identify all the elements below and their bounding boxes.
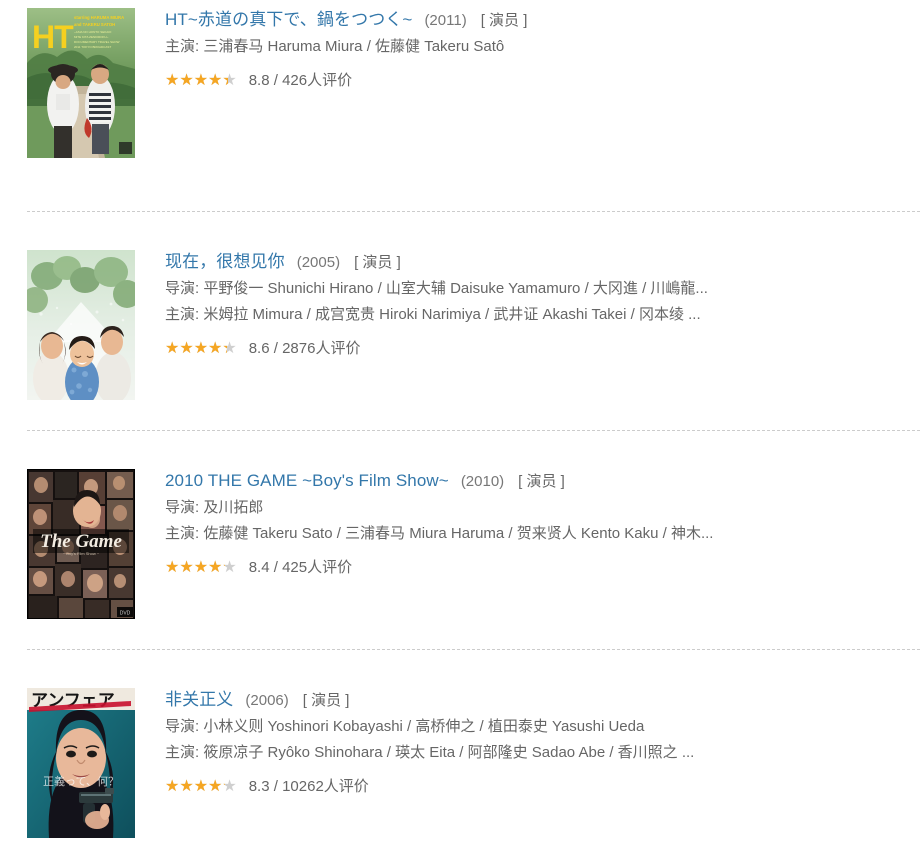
credit-line: 主演: 筱原凉子 Ryôko Shinohara / 瑛太 Eita / 阿部隆… [165, 744, 695, 761]
movie-title-link[interactable]: 现在，很想见你 [165, 252, 285, 271]
list-item: HT starring HARUMA MIURA and TAKERU SATO… [0, 8, 920, 203]
poster-image[interactable]: アンフェア 正義って、何？ [27, 688, 135, 838]
svg-text:MITE KITA ZENKIROKU~: MITE KITA ZENKIROKU~ [74, 35, 109, 39]
list-item: The Game ~ Boy's Film Show ~ DVD 2010 TH… [0, 439, 920, 641]
item-info: HT~赤道の真下で、鍋をつつく~ (2011) [ 演员 ] 主演: 三浦春马 Ha… [135, 8, 910, 90]
role-badge: [ 演员 ] [354, 254, 401, 271]
svg-text:HT: HT [32, 19, 74, 55]
credits: 导演: 小林义则 Yoshinori Kobayashi / 高桥伸之 / 植田… [165, 714, 910, 766]
svg-text:The Game: The Game [40, 531, 122, 552]
credit-line: 导演: 平野俊一 Shunichi Hirano / 山室大辅 Daisuke … [165, 280, 708, 297]
poster-link[interactable]: アンフェア 正義って、何？ [27, 688, 135, 838]
poster-link[interactable]: The Game ~ Boy's Film Show ~ DVD [27, 469, 135, 619]
star-rating-filled: ★★★★★ [165, 73, 228, 89]
movie-year: (2006) [245, 692, 289, 709]
item-divider [27, 430, 920, 431]
svg-text:2011 TOKYO BROADCAST: 2011 TOKYO BROADCAST [74, 45, 111, 49]
star-rating: ★★★★★ ★★★★★ [165, 779, 237, 795]
rating-value: 8.3 / 10262人评价 [248, 778, 369, 795]
svg-text:~ASIA NO HONTO SEKAIO: ~ASIA NO HONTO SEKAIO [74, 30, 112, 34]
poster-image[interactable]: HT starring HARUMA MIURA and TAKERU SATO… [27, 8, 135, 158]
star-rating: ★★★★★ ★★★★★ [165, 341, 237, 357]
svg-text:正義って、何？: 正義って、何？ [43, 774, 119, 788]
rating-line: ★★★★★ ★★★★★ 8.6 / 2876人评价 [165, 340, 910, 358]
svg-text:and TAKERU SATOH: and TAKERU SATOH [74, 22, 115, 27]
credit-line: 导演: 小林义则 Yoshinori Kobayashi / 高桥伸之 / 植田… [165, 718, 645, 735]
star-rating-filled: ★★★★★ [165, 341, 227, 357]
svg-text:DOCUMENTARY TRAVEL SHOW: DOCUMENTARY TRAVEL SHOW [74, 40, 120, 44]
star-rating-filled: ★★★★★ [165, 779, 225, 795]
role-badge: [ 演员 ] [518, 473, 565, 490]
credits: 主演: 三浦春马 Haruma Miura / 佐藤健 Takeru Satô [165, 34, 910, 60]
poster-link[interactable] [27, 250, 135, 400]
filmography-list: HT starring HARUMA MIURA and TAKERU SATO… [0, 0, 920, 853]
movie-title-link[interactable]: HT~赤道の真下で、鍋をつつく~ [165, 10, 412, 29]
list-item: アンフェア 正義って、何？ 非关正义 (2006) [演员] 导演: 小林义… [0, 658, 920, 853]
credits: 导演: 平野俊一 Shunichi Hirano / 山室大辅 Daisuke … [165, 276, 910, 328]
rating-value: 8.8 / 426人评价 [248, 72, 353, 89]
title-line: 2010 THE GAME ~Boy's Film Show~ (2010) [ 演… [165, 471, 910, 492]
svg-text:~ Boy's Film Show ~: ~ Boy's Film Show ~ [63, 551, 100, 556]
role-badge: [ 演员 ] [480, 12, 528, 29]
item-divider [27, 211, 920, 212]
credit-line: 主演: 三浦春马 Haruma Miura / 佐藤健 Takeru Satô [165, 38, 505, 55]
star-rating: ★★★★★ ★★★★★ [165, 73, 237, 89]
rating-line: ★★★★★ ★★★★★ 8.4 / 425人评价 [165, 559, 910, 577]
poster-image[interactable]: The Game ~ Boy's Film Show ~ DVD [27, 469, 135, 619]
title-line: HT~赤道の真下で、鍋をつつく~ (2011) [ 演员 ] [165, 10, 910, 31]
poster-link[interactable]: HT starring HARUMA MIURA and TAKERU SATO… [27, 8, 135, 158]
role-badge: [ 演员 ] [302, 692, 350, 709]
rating-line: ★★★★★ ★★★★★ 8.3 / 10262人评价 [165, 778, 910, 796]
poster-image[interactable] [27, 250, 135, 400]
star-rating-filled: ★★★★★ [165, 560, 225, 576]
svg-text:DVD: DVD [120, 611, 131, 617]
credit-line: 主演: 佐藤健 Takeru Sato / 三浦春马 Miura Haruma … [165, 525, 714, 542]
rating-line: ★★★★★ ★★★★★ 8.8 / 426人评价 [165, 72, 910, 90]
rating-value: 8.6 / 2876人评价 [248, 340, 361, 357]
list-item: 现在，很想见你 (2005) [ 演员 ] 导演: 平野俊一 Shunichi Hi… [0, 220, 920, 422]
svg-text:starring HARUMA MIURA: starring HARUMA MIURA [74, 15, 124, 20]
item-divider [27, 649, 920, 650]
credit-line: 导演: 及川拓郎 [165, 499, 264, 516]
star-rating: ★★★★★ ★★★★★ [165, 560, 237, 576]
movie-year: (2011) [424, 12, 467, 29]
movie-title-link[interactable]: 2010 THE GAME ~Boy's Film Show~ [165, 471, 449, 490]
movie-year: (2005) [296, 254, 341, 271]
credits: 导演: 及川拓郎 主演: 佐藤健 Takeru Sato / 三浦春马 Miur… [165, 495, 910, 547]
movie-year: (2010) [460, 473, 505, 490]
item-info: 非关正义 (2006) [ 演员 ] 导演: 小林义则 Yoshinori Koba… [135, 688, 910, 796]
item-info: 2010 THE GAME ~Boy's Film Show~ (2010) [ 演… [135, 469, 910, 577]
rating-value: 8.4 / 425人评价 [248, 559, 353, 576]
movie-title-link[interactable]: 非关正义 [165, 690, 233, 709]
title-line: 非关正义 (2006) [ 演员 ] [165, 690, 910, 711]
item-info: 现在，很想见你 (2005) [ 演员 ] 导演: 平野俊一 Shunichi Hi… [135, 250, 910, 358]
credit-line: 主演: 米姆拉 Mimura / 成宫宽贵 Hiroki Narimiya / … [165, 306, 701, 323]
title-line: 现在，很想见你 (2005) [ 演员 ] [165, 252, 910, 273]
